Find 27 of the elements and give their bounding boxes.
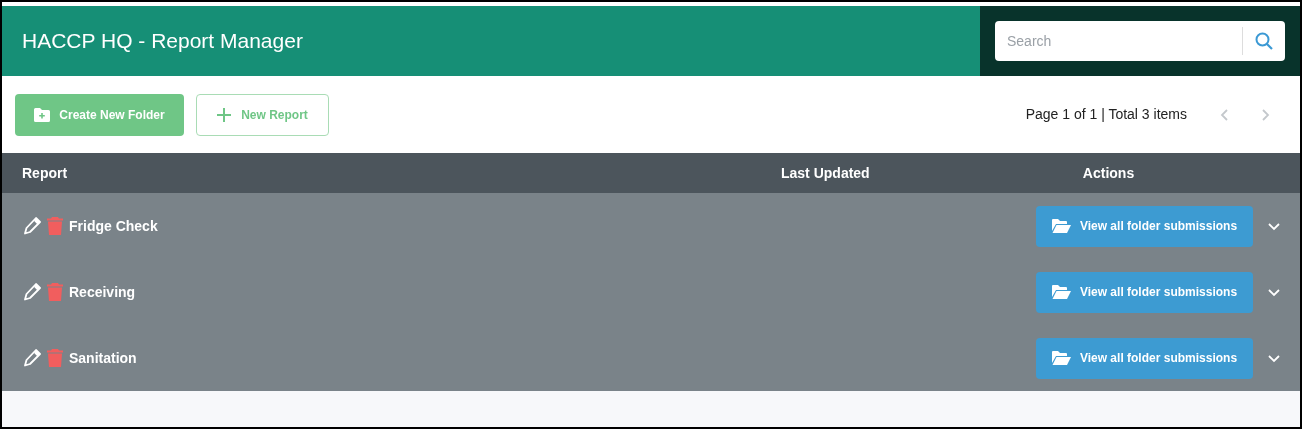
open-folder-icon — [1051, 351, 1071, 365]
open-folder-icon — [1051, 285, 1071, 299]
expand-icon[interactable] — [1268, 352, 1280, 364]
create-folder-button[interactable]: Create New Folder — [15, 93, 184, 136]
report-name: Fridge Check — [69, 216, 159, 236]
pencil-icon[interactable] — [23, 217, 41, 235]
app-title: HACCP HQ - Report Manager — [22, 28, 303, 55]
report-name: Receiving — [69, 282, 137, 302]
search-field[interactable]: Search — [995, 21, 1242, 61]
search-icon — [1255, 32, 1273, 50]
pencil-icon[interactable] — [23, 283, 41, 301]
open-folder-icon — [1051, 219, 1071, 233]
view-submissions-button[interactable]: View all folder submissions — [1036, 205, 1253, 247]
search-button[interactable] — [1242, 21, 1285, 61]
pagination-summary: Page 1 of 1 | Total 3 items — [1025, 105, 1187, 124]
column-header: Actions — [1081, 163, 1136, 183]
expand-icon[interactable] — [1268, 220, 1280, 232]
view-submissions-button[interactable]: View all folder submissions — [1036, 271, 1253, 313]
plus-icon — [217, 107, 232, 122]
column-header: Last Updated — [781, 163, 871, 183]
report-name: Sanitation — [69, 348, 138, 368]
new-report-button[interactable]: New Report — [196, 93, 329, 136]
expand-icon[interactable] — [1268, 286, 1280, 298]
view-submissions-button[interactable]: View all folder submissions — [1036, 337, 1253, 379]
column-header: Report — [21, 163, 69, 183]
folder-plus-icon — [34, 107, 51, 122]
pencil-icon[interactable] — [23, 349, 41, 367]
